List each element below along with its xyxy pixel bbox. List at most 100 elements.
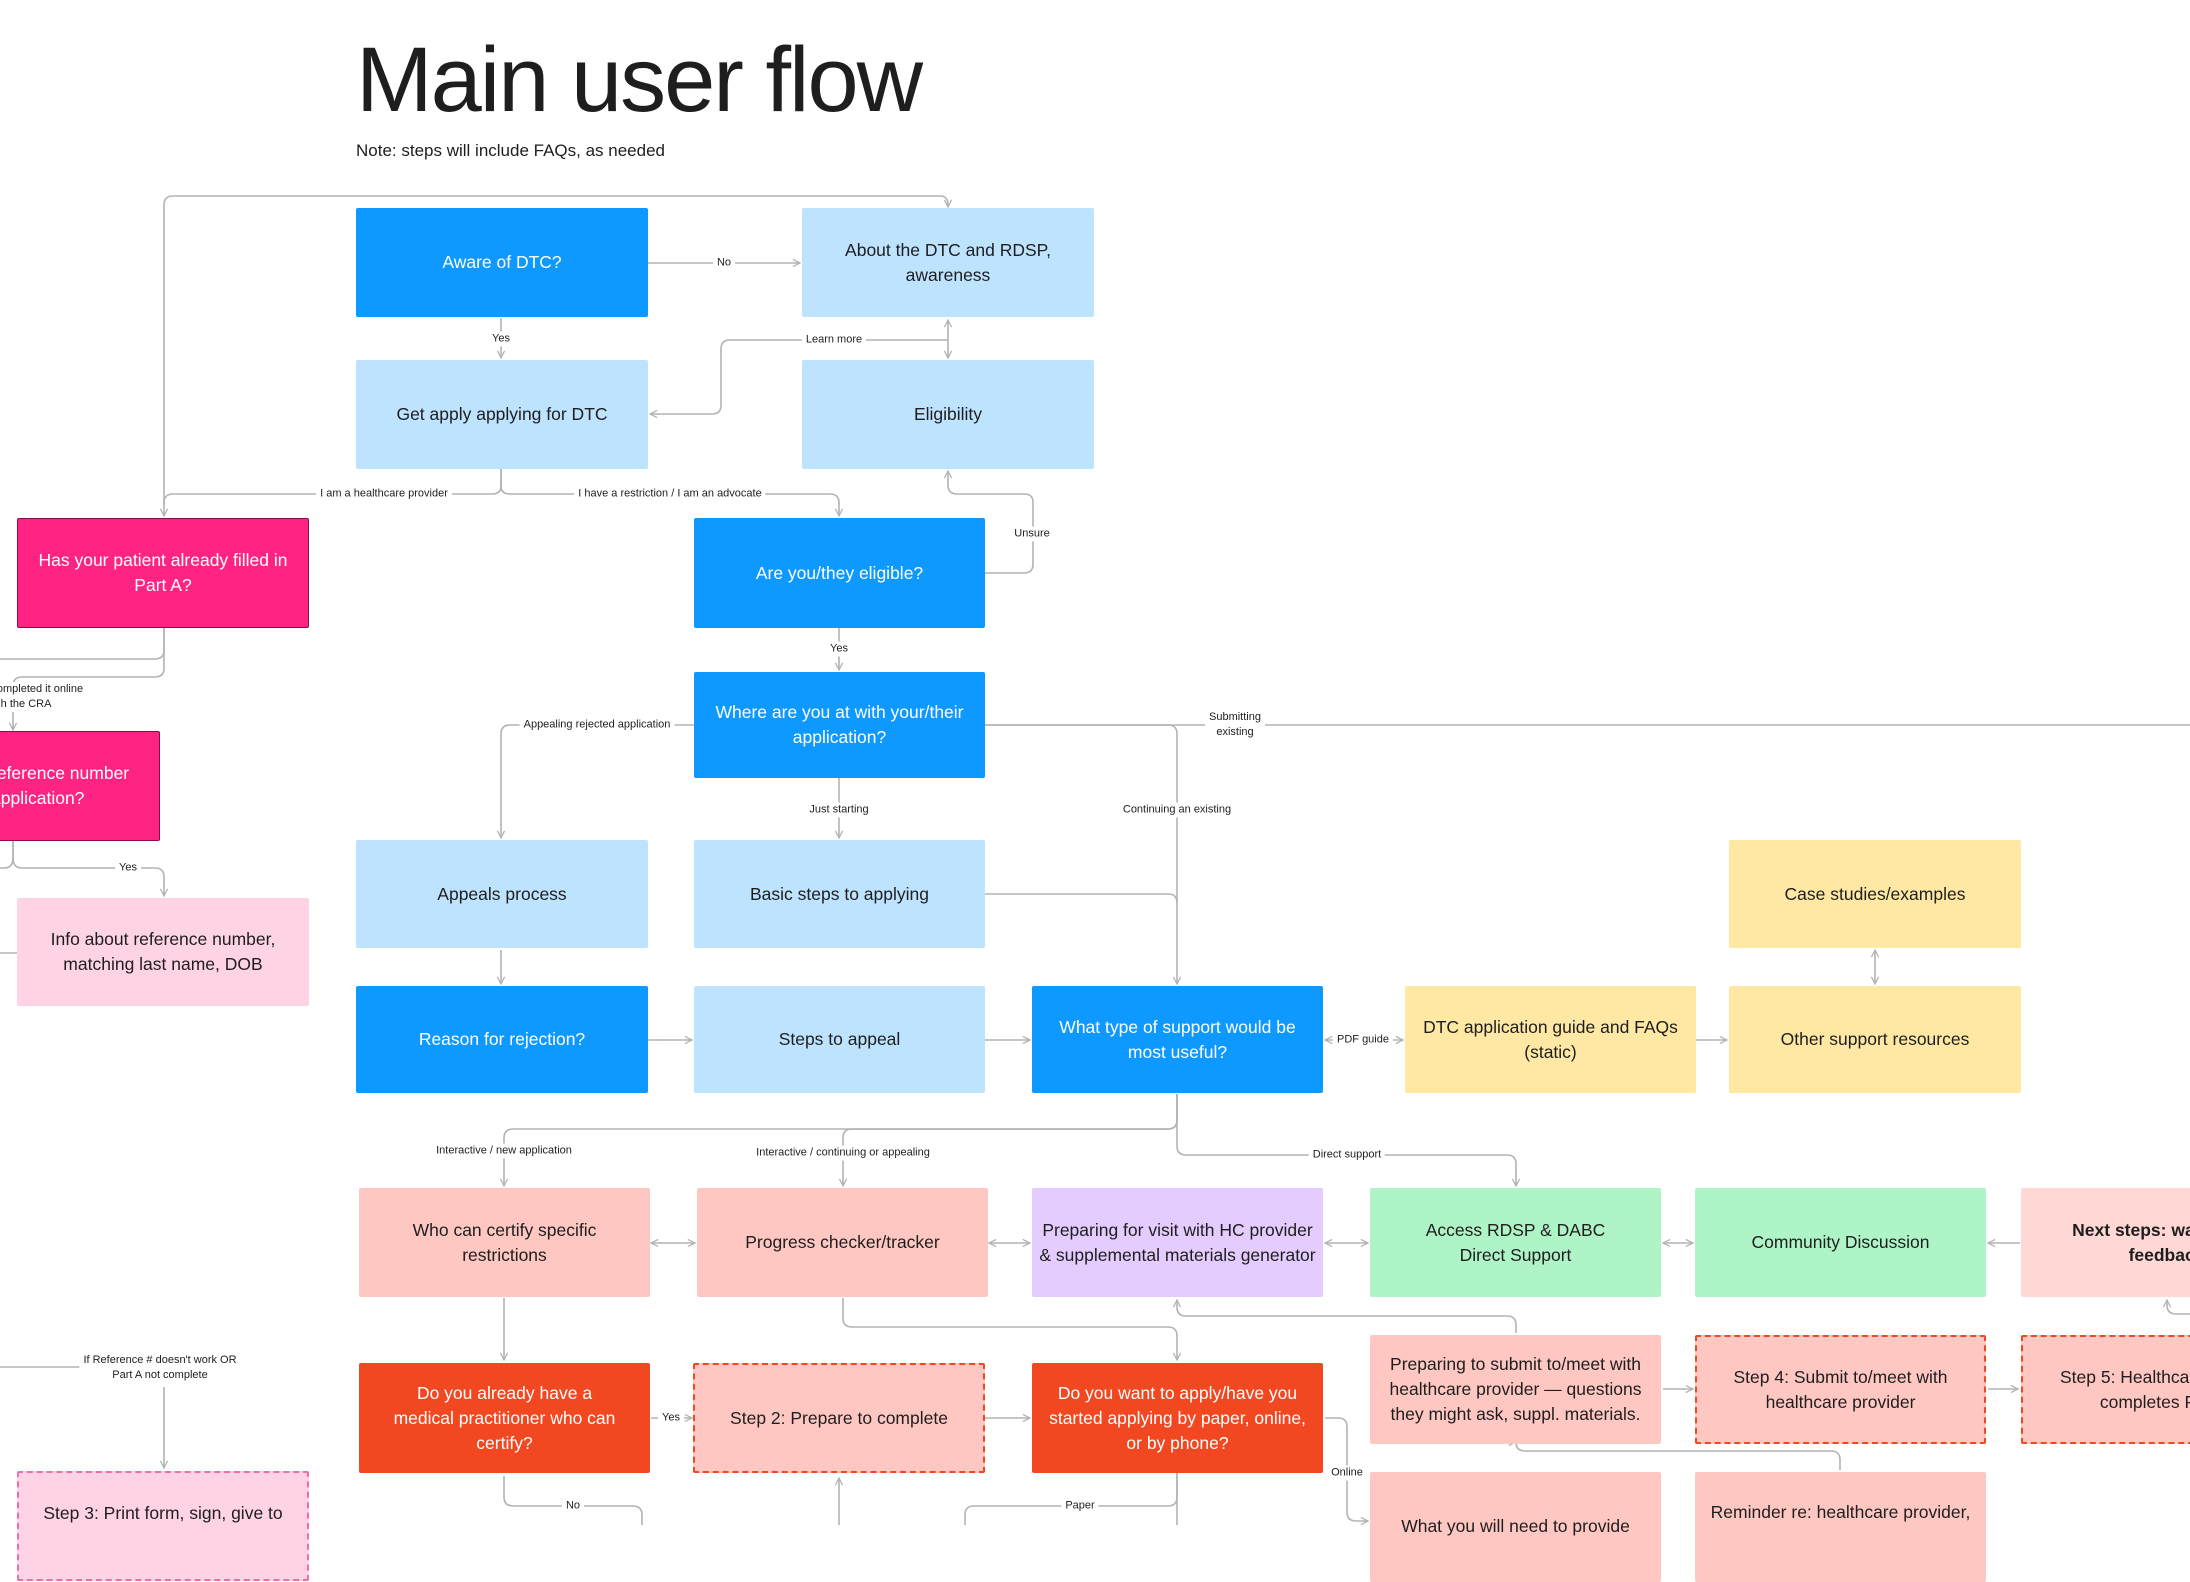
node-steps-appeal[interactable]: Steps to appeal — [694, 986, 985, 1093]
node-step3-print[interactable]: Step 3: Print form, sign, give to — [17, 1471, 309, 1581]
connector-support-direct — [1177, 1094, 1516, 1186]
node-guide-faqs[interactable]: DTC application guide and FAQs (static) — [1405, 986, 1696, 1093]
flow-canvas: Main user flow Note: steps will include … — [0, 0, 2190, 1525]
edge-label-completed-online: ompleted it online gh the CRA — [0, 682, 85, 712]
node-appeals-process[interactable]: Appeals process — [356, 840, 648, 948]
edge-label-just-starting: Just starting — [805, 803, 872, 818]
node-prep-submit[interactable]: Preparing to submit to/meet with healthc… — [1370, 1335, 1661, 1444]
node-reason-rejection[interactable]: Reason for rejection? — [356, 986, 648, 1093]
edge-label-line: ompleted it online — [0, 683, 83, 695]
edge-label-pdf-guide: PDF guide — [1333, 1033, 1393, 1048]
node-support-type[interactable]: What type of support would be most usefu… — [1032, 986, 1323, 1093]
node-who-certify[interactable]: Who can certify specific restrictions — [359, 1188, 650, 1297]
node-label: Reminder re: healthcare provider, — [1711, 1500, 1971, 1525]
node-label: Reason for rejection? — [419, 1027, 585, 1052]
node-where-application[interactable]: Where are you at with your/their applica… — [694, 672, 985, 778]
node-label: Next steps: wait times, feedback — [2057, 1218, 2190, 1268]
edge-label-line: If Reference # doesn't work OR — [83, 1354, 236, 1366]
connector-ref-yes — [13, 841, 164, 896]
node-label: Where are you at with your/their applica… — [705, 700, 975, 750]
node-community-discussion[interactable]: Community Discussion — [1695, 1188, 1986, 1297]
node-eligible-question[interactable]: Are you/they eligible? — [694, 518, 985, 628]
node-patient-part-a[interactable]: Has your patient already filled in Part … — [17, 518, 309, 628]
edge-label-direct-support: Direct support — [1309, 1148, 1385, 1163]
node-label: Are you/they eligible? — [756, 561, 923, 586]
connector-to-next — [2167, 1300, 2190, 1314]
node-label: Who can certify specific restrictions — [400, 1218, 610, 1268]
node-apply-method-question[interactable]: Do you want to apply/have you started ap… — [1032, 1363, 1323, 1473]
node-about-dtc-rdsp[interactable]: About the DTC and RDSP, awareness — [802, 208, 1094, 317]
edge-label-online: Online — [1327, 1466, 1367, 1481]
node-basic-steps[interactable]: Basic steps to applying — [694, 840, 985, 948]
node-label: DTC application guide and FAQs (static) — [1421, 1015, 1681, 1065]
node-aware-of-dtc[interactable]: Aware of DTC? — [356, 208, 648, 317]
node-label: Step 5: Healthcare provider completes Pa… — [2052, 1365, 2190, 1415]
connector-parta-online — [13, 628, 164, 730]
connector-where-continuing — [985, 725, 1177, 984]
node-label: Has your patient already filled in Part … — [33, 548, 293, 598]
node-next-steps[interactable]: Next steps: wait times, feedback — [2021, 1188, 2190, 1297]
edge-label-unsure: Unsure — [1010, 527, 1053, 542]
connector-where-appeals — [501, 725, 694, 838]
edge-label-yes-eligible: Yes — [826, 642, 852, 657]
node-reference-number-question[interactable]: reference number application? — [0, 731, 160, 841]
node-reference-info[interactable]: Info about reference number, matching la… — [17, 898, 309, 1006]
node-reminder[interactable]: Reminder re: healthcare provider, — [1695, 1472, 1986, 1582]
node-get-apply[interactable]: Get apply applying for DTC — [356, 360, 648, 469]
node-step5-healthcare[interactable]: Step 5: Healthcare provider completes Pa… — [2021, 1335, 2190, 1444]
node-label: Progress checker/tracker — [745, 1230, 940, 1255]
edge-label-line: Part A not complete — [112, 1369, 207, 1381]
node-prep-visit[interactable]: Preparing for visit with HC provider & s… — [1032, 1188, 1323, 1297]
connector-support-new — [504, 1094, 1177, 1186]
node-step2-prepare[interactable]: Step 2: Prepare to complete — [693, 1363, 985, 1473]
node-label: What type of support would be most usefu… — [1053, 1015, 1303, 1065]
edge-label-no: No — [713, 256, 735, 271]
node-eligibility[interactable]: Eligibility — [802, 360, 1094, 469]
node-label: Do you already have a medical practition… — [385, 1381, 625, 1456]
node-label: Do you want to apply/have you started ap… — [1042, 1381, 1313, 1456]
connector-basic-support — [985, 894, 1177, 903]
edge-label-no-medical: No — [562, 1499, 584, 1514]
node-what-need[interactable]: What you will need to provide — [1370, 1472, 1661, 1582]
edge-label-learn-more: Learn more — [802, 333, 866, 348]
node-label: Step 4: Submit to/meet with healthcare p… — [1731, 1365, 1951, 1415]
connector-progress-method — [843, 1298, 1177, 1360]
connector-parta-left — [0, 628, 164, 659]
connector-ref-left — [0, 841, 13, 868]
node-label: Preparing to submit to/meet with healthc… — [1386, 1352, 1646, 1427]
node-label: Steps to appeal — [779, 1027, 901, 1052]
node-label: Aware of DTC? — [442, 250, 561, 275]
node-label: Info about reference number, matching la… — [43, 927, 283, 977]
node-medical-practitioner-question[interactable]: Do you already have a medical practition… — [359, 1363, 650, 1473]
node-case-studies[interactable]: Case studies/examples — [1729, 840, 2021, 948]
edge-label-yes-ref: Yes — [115, 861, 141, 876]
node-label: Basic steps to applying — [750, 882, 929, 907]
node-label: Access RDSP & DABC Direct Support — [1421, 1218, 1611, 1268]
node-other-resources[interactable]: Other support resources — [1729, 986, 2021, 1093]
edge-label-submitting-existing: Submitting existing — [1205, 710, 1265, 740]
edge-label-line: existing — [1216, 726, 1253, 738]
edge-label-paper: Paper — [1061, 1499, 1098, 1514]
edge-label-ref-fail: If Reference # doesn't work OR Part A not… — [79, 1353, 240, 1383]
edge-label-interactive-new: Interactive / new application — [432, 1144, 576, 1159]
edge-label-line: gh the CRA — [0, 698, 51, 710]
node-label: Step 3: Print form, sign, give to — [43, 1501, 282, 1526]
node-label: Get apply applying for DTC — [396, 402, 607, 427]
node-label: What you will need to provide — [1401, 1514, 1630, 1539]
page-note: Note: steps will include FAQs, as needed — [356, 141, 665, 161]
node-access-direct-support[interactable]: Access RDSP & DABC Direct Support — [1370, 1188, 1661, 1297]
node-step4-submit[interactable]: Step 4: Submit to/meet with healthcare p… — [1695, 1335, 1986, 1444]
page-title: Main user flow — [356, 30, 921, 131]
node-label: Case studies/examples — [1785, 882, 1966, 907]
edge-label-continuing: Continuing an existing — [1119, 803, 1235, 818]
node-progress-tracker[interactable]: Progress checker/tracker — [697, 1188, 988, 1297]
node-label: Community Discussion — [1752, 1230, 1930, 1255]
edge-label-line: Submitting — [1209, 711, 1261, 723]
edge-label-restriction: I have a restriction / I am an advocate — [574, 487, 765, 502]
connector-prepsubmit-prepvisit — [1177, 1300, 1516, 1333]
node-label: reference number application? — [0, 761, 141, 811]
connector-reminder-prepsubmit — [1516, 1442, 1840, 1470]
edge-label-hc-provider: I am a healthcare provider — [316, 487, 452, 502]
connector-support-cont — [843, 1094, 1177, 1186]
edge-label-yes: Yes — [488, 332, 514, 347]
